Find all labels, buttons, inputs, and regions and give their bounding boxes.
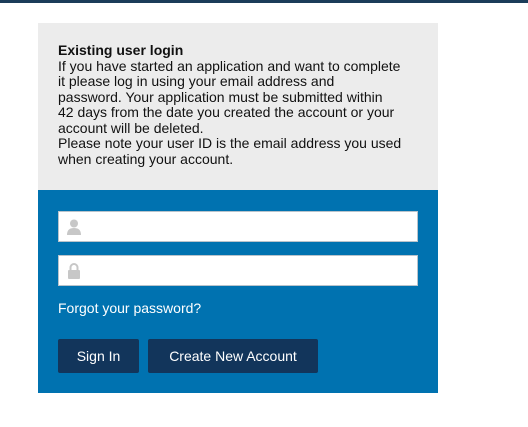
button-row: Sign In Create New Account	[58, 339, 318, 373]
sign-in-button[interactable]: Sign In	[58, 339, 139, 373]
username-input[interactable]	[87, 212, 413, 241]
login-form: Forgot your password? Sign In Create New…	[38, 190, 438, 393]
top-bar	[0, 0, 528, 3]
login-panel: Existing user login If you have started …	[38, 23, 438, 393]
username-field[interactable]	[58, 211, 418, 242]
password-field[interactable]	[58, 255, 418, 286]
create-account-button[interactable]: Create New Account	[148, 339, 318, 373]
lock-icon	[67, 263, 81, 279]
user-icon	[67, 219, 81, 235]
login-instructions: If you have started an application and w…	[58, 57, 402, 167]
info-box: Existing user login If you have started …	[38, 23, 438, 190]
password-input[interactable]	[87, 256, 413, 285]
login-title: Existing user login	[58, 42, 184, 58]
forgot-password-link[interactable]: Forgot your password?	[58, 300, 201, 316]
